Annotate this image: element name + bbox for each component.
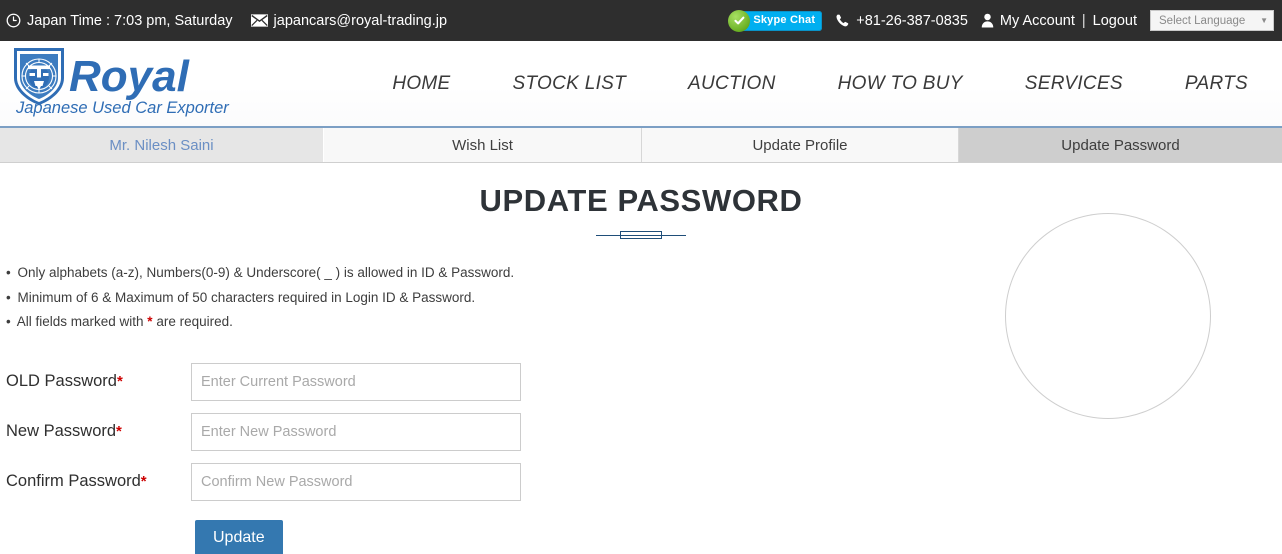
topbar-right-group: Skype Chat +81-26-387-0835 My Account | …: [728, 9, 1276, 32]
new-password-label: New Password*: [6, 422, 191, 441]
rule-text-2: Minimum of 6 & Maximum of 50 characters …: [17, 289, 476, 305]
phone-number: +81-26-387-0835: [856, 12, 968, 29]
new-password-input[interactable]: [191, 412, 521, 451]
select-language-dropdown[interactable]: Select Language ▼: [1150, 10, 1274, 31]
form-row-new-password: New Password*: [6, 407, 1282, 457]
required-asterisk: *: [116, 423, 122, 440]
required-asterisk: *: [140, 473, 147, 490]
top-utility-bar: Japan Time : 7:03 pm, Saturday japancars…: [0, 0, 1282, 41]
site-header: Royal Japanese Used Car Exporter HOME ST…: [0, 41, 1282, 126]
nav-item-how-to-buy[interactable]: HOW TO BUY: [838, 73, 963, 95]
rule-text-3-suffix: are required.: [152, 314, 233, 329]
rule-text-1: Only alphabets (a-z), Numbers(0-9) & Und…: [17, 265, 515, 280]
confirm-password-input[interactable]: [191, 462, 521, 501]
phone-icon: [835, 13, 850, 28]
nav-item-home[interactable]: HOME: [392, 73, 450, 95]
main-navigation: HOME STOCK LIST AUCTION HOW TO BUY SERVI…: [392, 73, 1282, 95]
page-title: UPDATE PASSWORD: [479, 183, 803, 218]
my-account-link[interactable]: My Account: [1000, 13, 1075, 29]
logo-tagline-text: Japanese Used Car Exporter: [15, 99, 230, 117]
title-divider-box: [620, 231, 662, 239]
logo-brand-text: Royal: [69, 52, 190, 101]
rule-item-3: • All fields marked with * are required.: [6, 315, 1282, 340]
account-separator: |: [1081, 12, 1086, 29]
password-rules-list: • Only alphabets (a-z), Numbers(0-9) & U…: [0, 244, 1282, 340]
topbar-left-group: Japan Time : 7:03 pm, Saturday japancars…: [6, 13, 447, 28]
tab-update-profile[interactable]: Update Profile: [642, 128, 959, 162]
envelope-icon: [250, 14, 268, 27]
confirm-password-label-text: Confirm Password: [6, 472, 141, 490]
tab-update-password[interactable]: Update Password: [959, 128, 1282, 162]
tab-user-name[interactable]: Mr. Nilesh Saini: [0, 128, 324, 162]
nav-item-parts[interactable]: PARTS: [1185, 73, 1248, 95]
tab-wish-list[interactable]: Wish List: [324, 128, 642, 162]
bullet-icon: •: [6, 289, 11, 305]
rule-text-3-prefix: All fields marked with: [16, 314, 148, 329]
rule-item-1: • Only alphabets (a-z), Numbers(0-9) & U…: [6, 266, 1282, 291]
bullet-icon: •: [6, 314, 11, 329]
email-text: japancars@royal-trading.jp: [273, 13, 448, 30]
old-password-label-text: OLD Password: [6, 372, 117, 390]
form-row-old-password: OLD Password*: [6, 357, 1282, 407]
phone-block[interactable]: +81-26-387-0835: [835, 13, 968, 29]
account-block: My Account | Logout: [981, 13, 1137, 29]
email-block[interactable]: japancars@royal-trading.jp: [250, 13, 448, 30]
skype-chat-button[interactable]: Skype Chat: [728, 9, 823, 32]
update-password-form: OLD Password* New Password* Confirm Pass…: [0, 340, 1282, 554]
new-password-label-text: New Password: [6, 422, 117, 440]
confirm-password-label: Confirm Password*: [6, 472, 191, 491]
clock-icon: [6, 13, 21, 28]
skype-chat-label: Skype Chat: [753, 14, 816, 26]
required-asterisk: *: [116, 373, 123, 390]
user-icon: [981, 13, 994, 28]
select-language-value: Select Language: [1159, 14, 1246, 27]
nav-item-services[interactable]: SERVICES: [1025, 73, 1123, 95]
bullet-icon: •: [6, 265, 11, 280]
form-actions: Update: [6, 507, 1282, 554]
japan-time-block: Japan Time : 7:03 pm, Saturday: [6, 13, 233, 28]
japan-time-text: Japan Time : 7:03 pm, Saturday: [27, 13, 233, 30]
update-button[interactable]: Update: [195, 519, 283, 554]
old-password-input[interactable]: [191, 362, 521, 401]
site-logo[interactable]: Royal Japanese Used Car Exporter: [0, 44, 232, 123]
lion-shield-icon: [14, 48, 64, 105]
old-password-label: OLD Password*: [6, 372, 191, 391]
title-divider: [596, 228, 686, 244]
nav-item-auction[interactable]: AUCTION: [688, 73, 776, 95]
rule-item-2: • Minimum of 6 & Maximum of 50 character…: [6, 289, 1282, 316]
chevron-down-icon: ▼: [1260, 16, 1268, 25]
form-row-confirm-password: Confirm Password*: [6, 457, 1282, 507]
skype-check-icon: [728, 9, 751, 32]
page-content: UPDATE PASSWORD • Only alphabets (a-z), …: [0, 163, 1282, 554]
account-tab-strip: Mr. Nilesh Saini Wish List Update Profil…: [0, 126, 1282, 163]
logout-link[interactable]: Logout: [1093, 13, 1137, 29]
nav-item-stock-list[interactable]: STOCK LIST: [513, 73, 627, 95]
